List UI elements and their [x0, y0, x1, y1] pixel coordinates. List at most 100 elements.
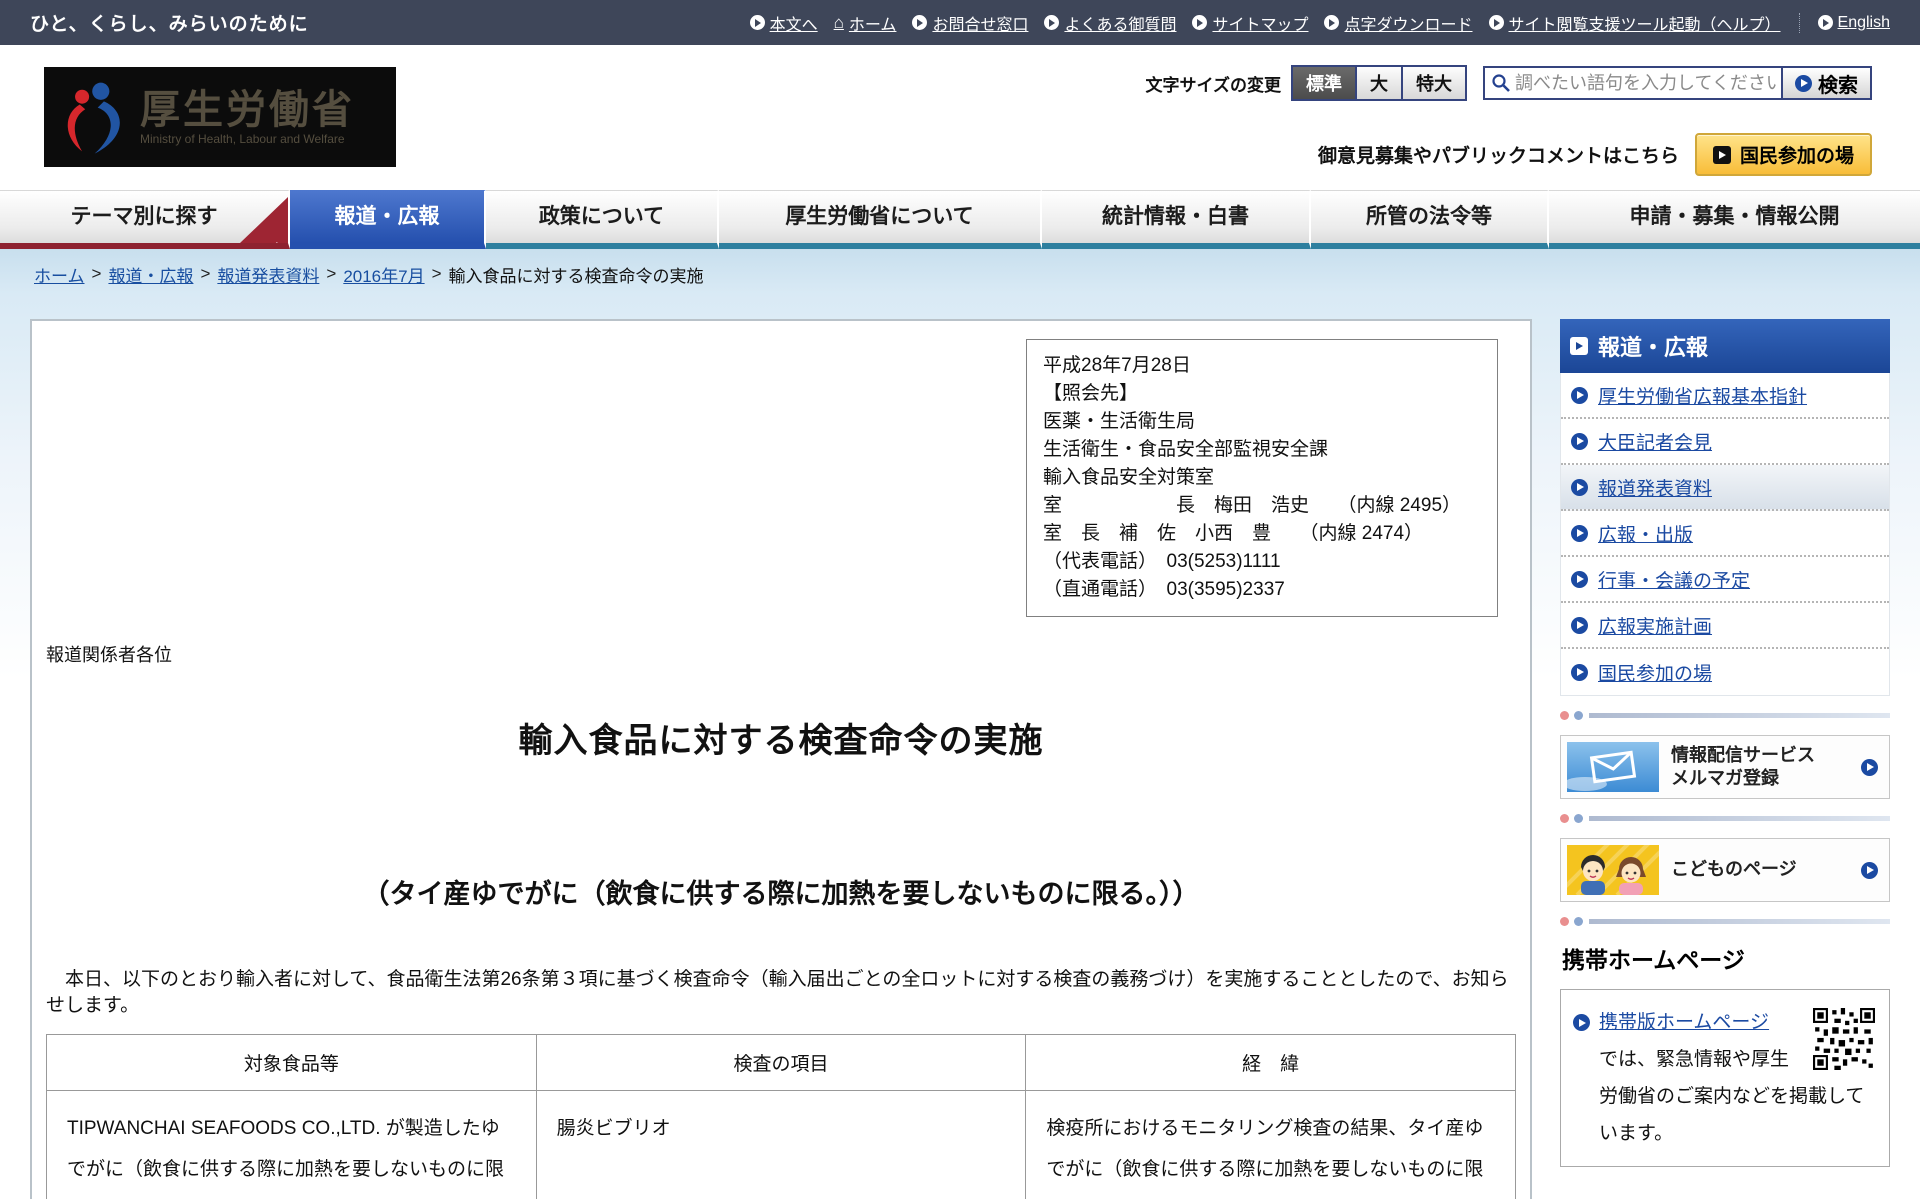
utility-links: 本文へ ⌂ ホーム お問合せ窓口 よくある御質問 サイトマップ 点字ダウンロード … [749, 11, 1890, 35]
contact-phone-main: （代表電話） 03(5253)1111 [1043, 551, 1281, 572]
circle-arrow-icon [749, 15, 765, 30]
breadcrumb-press-releases[interactable]: 報道発表資料 [217, 262, 319, 287]
tab-press-publicity[interactable]: 報道・広報 [290, 190, 486, 249]
search-input[interactable] [1515, 72, 1777, 94]
circle-arrow-icon [1324, 15, 1340, 30]
font-size-large-button[interactable]: 大 [1355, 65, 1403, 101]
breadcrumb-home[interactable]: ホーム [34, 262, 85, 287]
circle-arrow-icon [1192, 15, 1208, 30]
table-header-target-foods: 対象食品等 [46, 1034, 537, 1092]
main-content: 平成28年7月28日 【照会先】 医薬・生活衛生局 生活衛生・食品安全部監視安全… [30, 319, 1532, 1199]
font-size-switcher: 標準 大 特大 [1291, 65, 1467, 101]
contact-bureau: 医薬・生活衛生局 [1043, 411, 1196, 432]
contact-department: 生活衛生・食品安全部監視安全課 [1043, 439, 1329, 460]
site-search: 検索 [1483, 66, 1872, 100]
page-title: 輸入食品に対する検査命令の実施 [518, 722, 1044, 760]
divider [1560, 917, 1890, 926]
circle-arrow-icon [1817, 15, 1833, 30]
search-button[interactable]: 検索 [1781, 66, 1872, 100]
sidebar: 報道・広報 厚生労働省広報基本指針 大臣記者会見 報道発表資料 広報・出版 行事… [1560, 319, 1890, 1168]
sidebar-item-press-releases[interactable]: 報道発表資料 [1561, 465, 1889, 511]
inspection-order-table: 対象食品等 検査の項目 経 緯 TIPWANCHAI SEAFOODS CO.,… [46, 1034, 1516, 1199]
kids-page-banner[interactable]: こどものページ [1560, 838, 1890, 902]
mhlw-emblem-icon [67, 82, 120, 154]
mobile-homepage-box: 携帯版ホームページ では、緊急情報や厚生労働省のご案内などを掲載しています。 [1560, 989, 1890, 1168]
press-contact-box: 平成28年7月28日 【照会先】 医薬・生活衛生局 生活衛生・食品安全部監視安全… [1026, 339, 1498, 617]
link-to-main-content[interactable]: 本文へ [749, 11, 818, 35]
tab-policies[interactable]: 政策について [486, 190, 719, 249]
circle-arrow-icon [1044, 15, 1060, 30]
circle-arrow-icon [1571, 616, 1588, 634]
cell-target-food: TIPWANCHAI SEAFOODS CO.,LTD. が製造したゆでがに（飲… [46, 1090, 537, 1199]
salutation: 報道関係者各位 [46, 645, 172, 665]
table-header-background: 経 緯 [1025, 1034, 1516, 1092]
contact-heading: 【照会先】 [1043, 383, 1139, 404]
link-braille-download[interactable]: 点字ダウンロード [1324, 11, 1473, 35]
mailmag-banner-label: 情報配信サービス メルマガ登録 [1671, 744, 1815, 788]
logo-title: 厚生労働省 [140, 88, 355, 132]
circle-arrow-icon [1571, 663, 1588, 681]
tab-laws[interactable]: 所管の法令等 [1311, 190, 1549, 249]
global-navigation: テーマ別に探す ↓ 報道・広報 政策について 厚生労働省について 統計情報・白書 … [0, 190, 1920, 249]
tab-statistics[interactable]: 統計情報・白書 [1042, 190, 1311, 249]
table-header-inspection-items: 検査の項目 [535, 1034, 1027, 1092]
top-utility-bar: ひと、くらし、みらいのために 本文へ ⌂ ホーム お問合せ窓口 よくある御質問 サ… [0, 0, 1920, 45]
link-accessibility-tool[interactable]: サイト閲覧支援ツール起動（ヘルプ） [1488, 11, 1781, 35]
breadcrumb-press[interactable]: 報道・広報 [108, 262, 193, 287]
link-faq[interactable]: よくある御質問 [1044, 11, 1176, 35]
link-home[interactable]: ⌂ ホーム [834, 11, 897, 35]
font-size-standard-button[interactable]: 標準 [1291, 65, 1357, 101]
circle-arrow-icon [1795, 74, 1812, 92]
mhlw-logo[interactable]: 厚生労働省 Ministry of Health, Labour and Wel… [44, 67, 396, 167]
home-icon: ⌂ [833, 13, 844, 32]
contact-phone-direct: （直通電話） 03(3595)2337 [1043, 579, 1285, 600]
contact-office: 輸入食品安全対策室 [1043, 467, 1215, 488]
sidebar-item-public-participation[interactable]: 国民参加の場 [1561, 649, 1889, 695]
circle-arrow-icon [1861, 861, 1878, 879]
cell-inspection-item: 腸炎ビブリオ [535, 1090, 1027, 1199]
mobile-homepage-link-row: 携帯版ホームページ [1573, 1004, 1805, 1041]
font-size-label: 文字サイズの変更 [1145, 75, 1282, 95]
breadcrumb-current: 輸入食品に対する検査命令の実施 [448, 266, 704, 286]
mailmag-banner[interactable]: 情報配信サービス メルマガ登録 [1560, 735, 1890, 799]
link-english[interactable]: English [1817, 14, 1890, 32]
public-comment-text: 御意見募集やパブリックコメントはこちら [1317, 146, 1679, 167]
logo-text: 厚生労働省 Ministry of Health, Labour and Wel… [140, 88, 355, 146]
circle-arrow-icon [1571, 432, 1588, 450]
circle-arrow-icon [1573, 1014, 1590, 1032]
sidebar-item-publicity-plan[interactable]: 広報実施計画 [1561, 603, 1889, 649]
release-date: 平成28年7月28日 [1043, 355, 1191, 376]
kids-page-banner-label: こどものページ [1671, 859, 1797, 880]
divider [1798, 12, 1800, 33]
link-sitemap[interactable]: サイトマップ [1192, 11, 1308, 35]
link-contact[interactable]: お問合せ窓口 [912, 11, 1028, 35]
tab-applications[interactable]: 申請・募集・情報公開 [1549, 190, 1920, 249]
font-size-xlarge-button[interactable]: 特大 [1401, 65, 1467, 101]
breadcrumb-2016-july[interactable]: 2016年7月 [343, 262, 424, 287]
circle-arrow-icon [1861, 758, 1878, 776]
cell-background: 検疫所におけるモニタリング検査の結果、タイ産ゆでがに（飲食に供する際に加熱を要し… [1025, 1090, 1516, 1199]
contact-director: 室 長 梅田 浩史 （内線 2495） [1043, 495, 1462, 516]
mobile-homepage-link[interactable]: 携帯版ホームページ [1599, 1004, 1769, 1041]
sidebar-item-publicity-policy[interactable]: 厚生労働省広報基本指針 [1561, 373, 1889, 419]
sidebar-item-minister-press-conference[interactable]: 大臣記者会見 [1561, 419, 1889, 465]
logo-subtitle: Ministry of Health, Labour and Welfare [140, 132, 345, 146]
sidebar-header-press: 報道・広報 [1560, 319, 1890, 373]
envelope-icon [1567, 742, 1659, 792]
circle-arrow-icon [1571, 570, 1588, 588]
circle-arrow-icon [1571, 478, 1588, 496]
down-arrow-icon: ↓ [273, 238, 281, 249]
sidebar-item-events-schedule[interactable]: 行事・会議の予定 [1561, 557, 1889, 603]
circle-arrow-icon [1571, 524, 1588, 542]
public-participation-button[interactable]: 国民参加の場 [1694, 133, 1872, 176]
sidebar-menu: 厚生労働省広報基本指針 大臣記者会見 報道発表資料 広報・出版 行事・会議の予定… [1560, 373, 1890, 696]
table-row: TIPWANCHAI SEAFOODS CO.,LTD. が製造したゆでがに（飲… [46, 1090, 1516, 1199]
divider [1560, 814, 1890, 823]
sidebar-item-publications[interactable]: 広報・出版 [1561, 511, 1889, 557]
tab-about-mhlw[interactable]: 厚生労働省について [719, 190, 1042, 249]
header-tools: 文字サイズの変更 標準 大 特大 検索 [1145, 65, 1872, 101]
square-arrow-icon [1712, 145, 1731, 164]
red-corner-decoration [240, 197, 288, 243]
public-comment-row: 御意見募集やパブリックコメントはこちら 国民参加の場 [1318, 133, 1872, 176]
tab-themes[interactable]: テーマ別に探す ↓ [0, 190, 290, 249]
